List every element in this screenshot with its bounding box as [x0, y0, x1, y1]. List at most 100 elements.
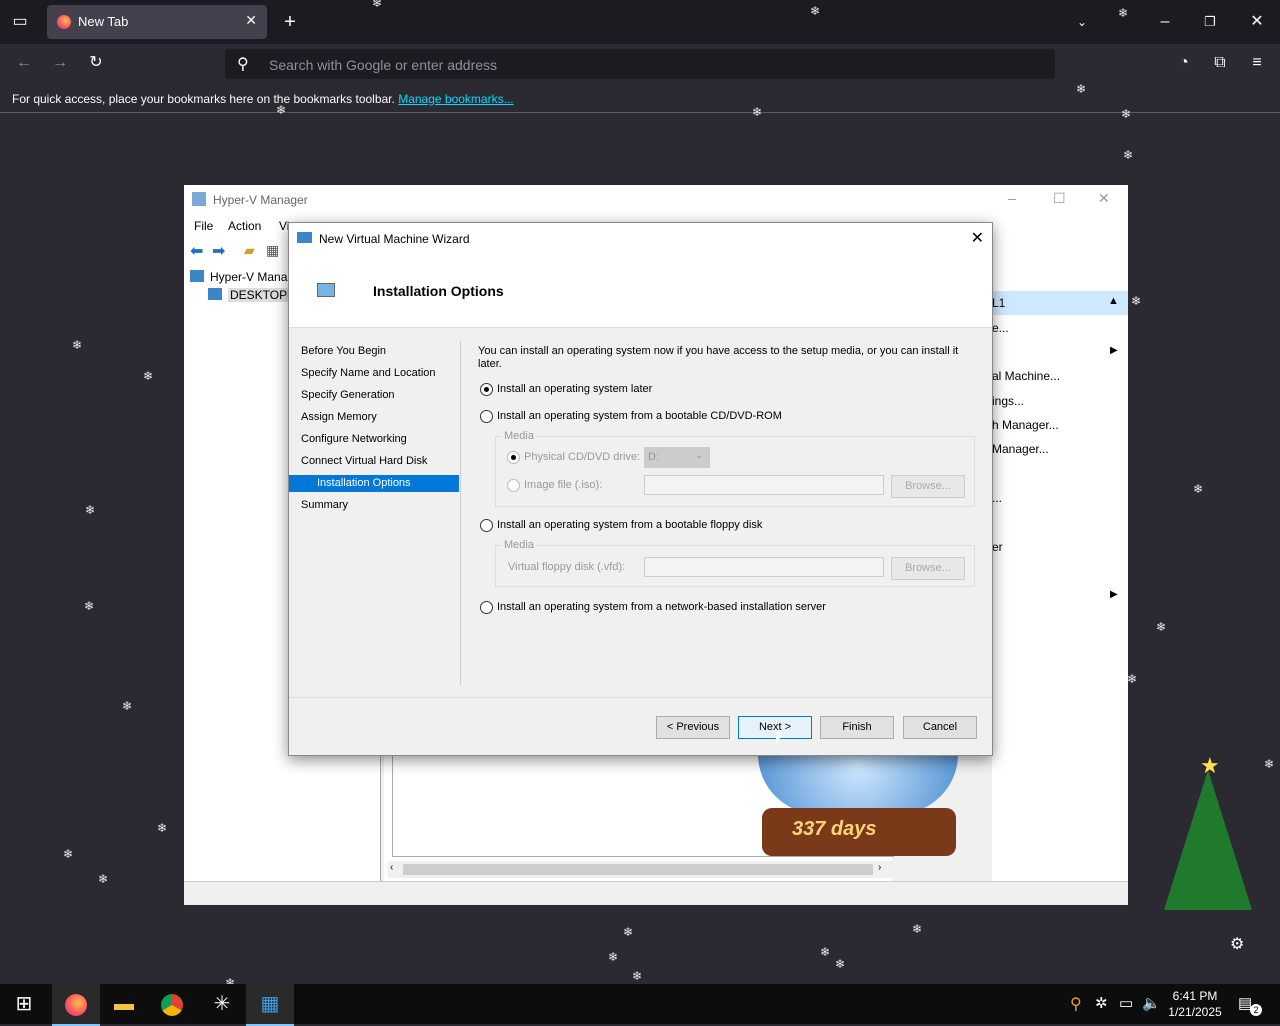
search-input[interactable]: ⚲ Search with Google or enter address	[225, 49, 1055, 79]
chrome-icon[interactable]	[148, 984, 196, 1024]
collapse-icon[interactable]: ▲	[1108, 295, 1119, 307]
brightness-icon[interactable]: ✲	[1095, 994, 1108, 1012]
radio-install-later[interactable]	[480, 383, 493, 396]
snipping-tool-icon[interactable]: ✳	[198, 984, 246, 1024]
new-tab-icon[interactable]: +	[280, 12, 300, 32]
account-icon[interactable]: ◔	[1174, 53, 1194, 73]
star-icon: ★	[1200, 753, 1220, 778]
action-item[interactable]: ...	[992, 491, 1002, 505]
snowflake-icon: ❄	[1118, 6, 1129, 20]
forward-icon[interactable]: →	[50, 53, 70, 73]
action-item[interactable]: er	[992, 540, 1003, 554]
finish-button[interactable]: Finish	[820, 716, 894, 739]
bookmarks-bar: For quick access, place your bookmarks h…	[0, 84, 1280, 113]
step-name-location[interactable]: Specify Name and Location	[301, 365, 459, 382]
step-summary[interactable]: Summary	[301, 497, 459, 514]
menu-action[interactable]: Action	[228, 219, 261, 233]
radio-install-later-label[interactable]: Install an operating system later	[497, 383, 652, 395]
tab-list-icon[interactable]: ▭	[10, 12, 30, 32]
radio-install-floppy-label[interactable]: Install an operating system from a boota…	[497, 519, 762, 531]
cancel-button[interactable]: Cancel	[903, 716, 977, 739]
step-memory[interactable]: Assign Memory	[301, 409, 459, 426]
menu-file[interactable]: File	[194, 219, 213, 233]
volume-icon[interactable]: 🔈	[1142, 994, 1161, 1012]
previous-button[interactable]: < Previous	[656, 716, 730, 739]
snowflake-icon: ❄	[835, 957, 846, 971]
step-before-you-begin[interactable]: Before You Begin	[301, 343, 459, 360]
manage-bookmarks-link[interactable]: Manage bookmarks...	[398, 92, 513, 106]
tree-item-root[interactable]: Hyper-V Mana	[210, 270, 287, 284]
snowflake-icon: ❄	[810, 4, 821, 18]
step-generation[interactable]: Specify Generation	[301, 387, 459, 404]
tab-bar: ▭ New Tab ✕ + ⌄ – ❐ ✕	[0, 0, 1280, 44]
network-icon[interactable]: ▭	[1119, 994, 1133, 1012]
submenu-arrow-icon[interactable]: ▶	[1110, 345, 1118, 356]
divider	[460, 341, 461, 685]
close-tab-icon[interactable]: ✕	[245, 12, 257, 29]
snowflake-icon: ❄	[1264, 757, 1275, 771]
forward-arrow-icon[interactable]: ➡	[212, 241, 225, 261]
hyperv-taskbar-icon[interactable]: ▦	[246, 984, 294, 1026]
scroll-left-icon[interactable]: ‹	[390, 862, 393, 873]
folder-up-icon[interactable]: ▰	[244, 242, 255, 259]
minimize-icon[interactable]: –	[1008, 190, 1016, 206]
radio-image-file[interactable]	[507, 479, 520, 492]
step-networking[interactable]: Configure Networking	[301, 431, 459, 448]
step-installation-options[interactable]: Installation Options	[289, 475, 459, 492]
new-vm-wizard-dialog: New Virtual Machine Wizard ✕ Installatio…	[288, 222, 993, 756]
snowflake-icon: ❄	[1076, 82, 1087, 96]
firefox-taskbar-icon[interactable]	[52, 984, 100, 1026]
image-file-field[interactable]	[644, 475, 884, 495]
action-item[interactable]: ings...	[992, 394, 1024, 408]
radio-install-network[interactable]	[480, 601, 493, 614]
start-windows-icon[interactable]: ⊞	[0, 984, 48, 1024]
step-hard-disk[interactable]: Connect Virtual Hard Disk	[301, 453, 459, 470]
radio-install-cd-label[interactable]: Install an operating system from a boota…	[497, 410, 782, 422]
hyperv-titlebar: Hyper-V Manager – ☐ ✕	[184, 185, 1128, 213]
firefox-icon	[57, 15, 71, 29]
action-item[interactable]: e...	[992, 321, 1009, 335]
radio-physical-cd[interactable]	[507, 451, 520, 464]
snowflake-icon: ❄	[1123, 148, 1134, 162]
action-item[interactable]: al Machine...	[992, 369, 1060, 383]
back-icon[interactable]: ←	[14, 53, 34, 73]
scroll-right-icon[interactable]: ›	[878, 862, 881, 873]
browse-vfd-button[interactable]: Browse...	[891, 557, 965, 580]
image-file-label: Image file (.iso):	[524, 479, 603, 491]
actions-header: L1 ▲	[992, 291, 1128, 315]
vfd-field[interactable]	[644, 557, 884, 577]
radio-install-floppy[interactable]	[480, 519, 493, 532]
show-pane-icon[interactable]: ▦	[266, 242, 279, 259]
back-arrow-icon[interactable]: ⬅	[190, 241, 203, 261]
minimize-icon[interactable]: –	[1155, 12, 1175, 32]
menu-icon[interactable]: ≡	[1247, 53, 1267, 73]
action-item[interactable]: Manager...	[992, 442, 1049, 456]
clock-time: 6:41 PM	[1172, 989, 1218, 1003]
bookmarks-message: For quick access, place your bookmarks h…	[12, 92, 395, 106]
clock-date: 1/21/2025	[1168, 1005, 1222, 1019]
scroll-thumb[interactable]	[403, 864, 873, 875]
horizontal-scrollbar[interactable]: ‹ ›	[388, 861, 892, 878]
submenu-arrow-icon[interactable]: ▶	[1110, 589, 1118, 600]
action-item[interactable]: h Manager...	[992, 418, 1059, 432]
clock[interactable]: 6:41 PM 1/21/2025	[1168, 988, 1222, 1020]
settings-gear-icon[interactable]: ⚙	[1230, 934, 1244, 954]
reload-icon[interactable]: ↻	[86, 53, 106, 73]
snowflake-icon: ❄	[632, 969, 643, 983]
maximize-icon[interactable]: ☐	[1053, 190, 1066, 207]
radio-install-network-label[interactable]: Install an operating system from a netwo…	[497, 601, 826, 613]
close-icon[interactable]: ✕	[1098, 190, 1110, 207]
file-explorer-icon[interactable]: ▬	[100, 984, 148, 1024]
chevron-down-icon[interactable]: ⌄	[1072, 12, 1092, 32]
close-icon[interactable]: ✕	[971, 228, 984, 248]
snowflake-icon: ❄	[276, 103, 287, 117]
next-button[interactable]: Next >	[738, 716, 812, 739]
restore-icon[interactable]: ❐	[1200, 12, 1220, 32]
close-window-icon[interactable]: ✕	[1247, 12, 1267, 32]
drive-select[interactable]: D: ⌄	[644, 447, 710, 468]
browse-iso-button[interactable]: Browse...	[891, 475, 965, 498]
radio-install-cd[interactable]	[480, 410, 493, 423]
extensions-icon[interactable]: ⧉	[1210, 53, 1230, 73]
tab-new-tab[interactable]: New Tab ✕	[47, 5, 267, 39]
search-icon[interactable]: ⚲	[1070, 994, 1082, 1014]
